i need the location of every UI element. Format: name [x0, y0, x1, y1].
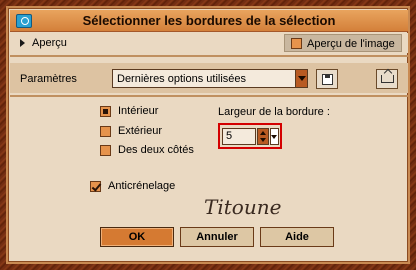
parameters-row: Paramètres Dernières options utilisées [10, 63, 408, 93]
signature-watermark: Titoune [204, 195, 282, 219]
preview-toggle-label[interactable]: Aperçu [32, 37, 67, 49]
dialog-window: Sélectionner les bordures de la sélectio… [6, 6, 410, 264]
exterior-label: Extérieur [118, 125, 163, 137]
reset-preset-button[interactable] [376, 69, 398, 89]
antialias-checkbox[interactable] [90, 181, 101, 192]
image-preview-checkbox[interactable] [291, 38, 302, 49]
border-width-input[interactable]: 5 [222, 128, 256, 145]
expand-arrow-icon[interactable] [20, 39, 25, 47]
help-button[interactable]: Aide [260, 227, 334, 247]
title-bar[interactable]: Sélectionner les bordures de la sélectio… [10, 10, 408, 32]
exterior-radio[interactable] [100, 126, 111, 137]
antialias-label: Anticrénelage [108, 180, 176, 192]
spinner-arrows-icon[interactable] [257, 128, 269, 145]
preset-value: Dernières options utilisées [117, 73, 247, 85]
ok-button[interactable]: OK [100, 227, 174, 247]
cancel-button[interactable]: Annuler [180, 227, 254, 247]
both-sides-label: Des deux côtés [118, 144, 194, 156]
interior-label: Intérieur [118, 105, 159, 117]
reset-icon [381, 75, 394, 83]
chevron-down-icon[interactable] [270, 128, 279, 145]
both-sides-radio[interactable] [100, 145, 111, 156]
border-width-label: Largeur de la bordure : [218, 106, 330, 118]
divider [10, 95, 408, 97]
interior-radio[interactable] [100, 106, 111, 117]
preset-dropdown[interactable]: Dernières options utilisées [112, 69, 308, 88]
save-icon [322, 74, 333, 85]
border-width-control: 5 [218, 123, 282, 149]
save-preset-button[interactable] [316, 69, 338, 89]
window-title: Sélectionner les bordures de la sélectio… [82, 13, 336, 28]
decorative-frame: Sélectionner les bordures de la sélectio… [0, 0, 416, 270]
parameters-label: Paramètres [20, 73, 77, 85]
image-preview-label: Aperçu de l'image [307, 38, 395, 50]
preview-row: Aperçu Aperçu de l'image [10, 33, 408, 53]
divider [10, 55, 408, 57]
image-preview-toggle[interactable]: Aperçu de l'image [284, 34, 402, 52]
chevron-down-icon[interactable] [295, 70, 307, 87]
